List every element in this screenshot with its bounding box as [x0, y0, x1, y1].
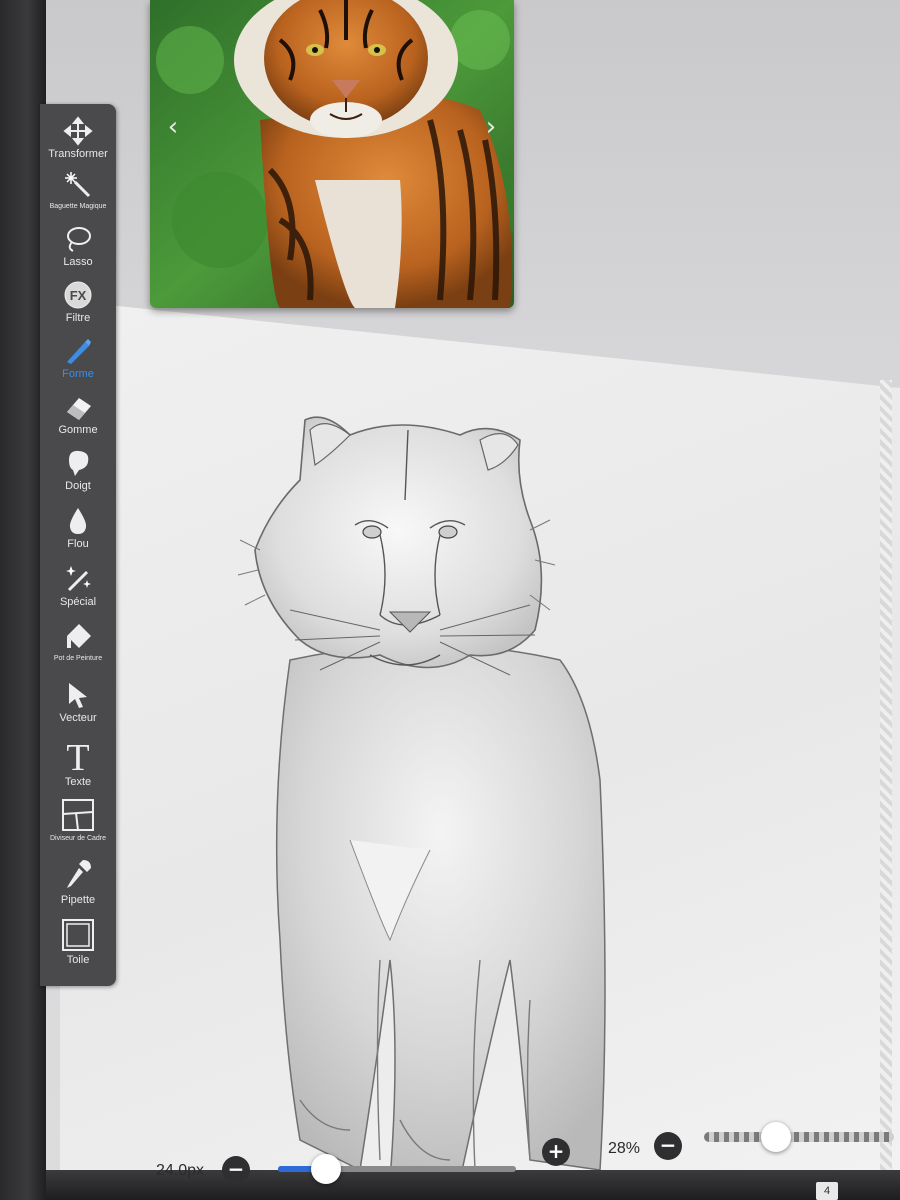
tool-pot-de-peinture[interactable]: Pot de Peinture	[40, 622, 116, 663]
zoom-slider-track[interactable]	[704, 1132, 894, 1142]
tool-label: Gomme	[58, 424, 98, 436]
reference-next-button[interactable]: ›	[480, 112, 502, 142]
tool-doigt[interactable]: Doigt	[40, 448, 116, 493]
text-t-glyph: T	[66, 737, 89, 774]
tool-label: Vecteur	[59, 712, 97, 724]
tool-forme[interactable]: Forme	[40, 336, 116, 381]
zoom-minus-button[interactable]: −	[654, 1132, 682, 1160]
blur-drop-icon	[69, 508, 87, 534]
brush-size-value: 24.0px	[156, 1162, 205, 1179]
vector-cursor-icon	[69, 683, 87, 708]
layers-count-button[interactable]: 4	[816, 1182, 838, 1200]
tool-label: Doigt	[65, 480, 91, 492]
tools-toolbar: Transformer Baguette Magique Lasso FX Fi…	[40, 104, 116, 986]
brush-size-slider-knob[interactable]	[310, 1154, 341, 1184]
eraser-icon	[67, 398, 91, 420]
tool-label: Forme	[62, 368, 94, 380]
tool-texte[interactable]: T Texte	[40, 736, 116, 789]
special-wand-icon	[66, 566, 91, 592]
tool-transformer[interactable]: Transformer	[40, 116, 116, 161]
paint-bucket-icon	[67, 624, 91, 648]
tool-gomme[interactable]: Gomme	[40, 392, 116, 437]
tool-diviseur-de-cadre[interactable]: Diviseur de Cadre	[40, 798, 116, 843]
brush-size-minus-button[interactable]: −	[222, 1156, 250, 1184]
brush-size-plus-button[interactable]: +	[542, 1138, 570, 1166]
canvas-icon	[62, 919, 94, 951]
reference-image-panel[interactable]: ‹ ›	[150, 0, 514, 308]
tool-label: Pot de Peinture	[53, 655, 103, 662]
text-t-icon: T	[66, 737, 89, 774]
tool-pipette[interactable]: Pipette	[40, 858, 116, 907]
tool-filtre[interactable]: FX Filtre	[40, 280, 116, 325]
lasso-icon	[67, 227, 91, 252]
tool-label: Flou	[67, 538, 89, 550]
tool-magic-wand[interactable]: Baguette Magique	[40, 170, 116, 211]
tiger-sketch	[237, 416, 606, 1180]
tool-special[interactable]: Spécial	[40, 564, 116, 609]
tool-label: Transformer	[48, 148, 108, 160]
tool-label: Texte	[64, 776, 92, 788]
move-arrows-icon	[63, 116, 93, 146]
eyedropper-icon	[67, 860, 91, 888]
frame-divider-icon	[62, 799, 94, 831]
tool-label: Diviseur de Cadre	[49, 835, 107, 842]
zoom-slider-knob[interactable]	[761, 1122, 792, 1152]
tool-label: Pipette	[60, 894, 96, 906]
tool-vecteur[interactable]: Vecteur	[40, 680, 116, 725]
tool-label: Lasso	[63, 256, 93, 268]
tool-label: Toile	[66, 954, 90, 966]
tiger-photo	[150, 0, 514, 308]
tool-flou[interactable]: Flou	[40, 506, 116, 551]
zoom-value: 28%	[608, 1140, 641, 1157]
tool-label: Spécial	[59, 596, 97, 608]
tool-label: Baguette Magique	[49, 203, 107, 210]
magic-wand-icon	[65, 172, 91, 198]
fx-icon-text: FX	[70, 288, 87, 303]
tool-lasso[interactable]: Lasso	[40, 224, 116, 269]
smudge-finger-icon	[69, 450, 89, 476]
tool-label: Filtre	[65, 312, 91, 324]
tool-toile[interactable]: Toile	[40, 918, 116, 967]
brush-zoom-controls: 24.0px − + 28% −	[120, 1122, 900, 1200]
fx-icon: FX	[64, 281, 92, 309]
brush-icon	[67, 339, 91, 364]
canvas-edge	[880, 380, 892, 1180]
reference-prev-button[interactable]: ‹	[162, 112, 184, 142]
